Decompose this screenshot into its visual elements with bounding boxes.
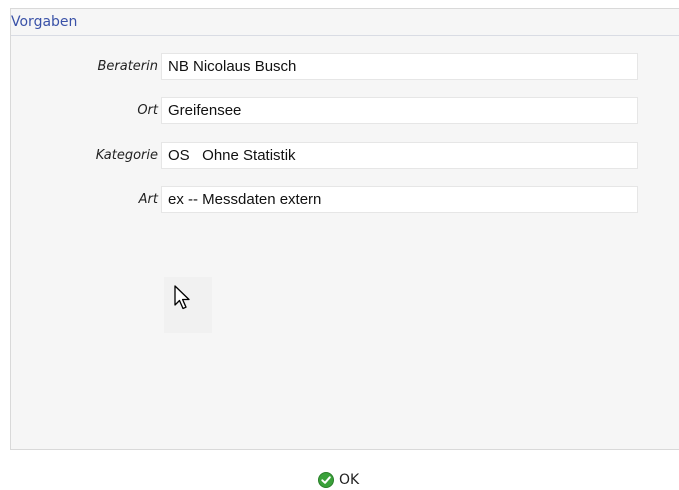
art-label: Art [138,192,158,207]
ok-label: OK [339,472,360,488]
art-field[interactable] [161,186,638,213]
beraterin-label: Beraterin [97,59,158,74]
kategorie-field[interactable] [161,142,638,169]
vorgaben-panel: Vorgaben Beraterin Ort Kategorie Art [10,8,679,450]
panel-header: Vorgaben [11,9,679,36]
ort-label: Ort [137,103,158,118]
panel-title: Vorgaben [11,14,78,30]
beraterin-field[interactable] [161,53,638,80]
ort-field[interactable] [161,97,638,124]
row-ort: Ort [11,97,679,124]
mouse-pointer-icon [174,285,190,310]
row-kategorie: Kategorie [11,142,679,169]
row-art: Art [11,186,679,213]
kategorie-label: Kategorie [95,148,158,163]
row-beraterin: Beraterin [11,53,679,80]
check-circle-icon [318,472,334,488]
ok-button[interactable]: OK [318,470,359,490]
